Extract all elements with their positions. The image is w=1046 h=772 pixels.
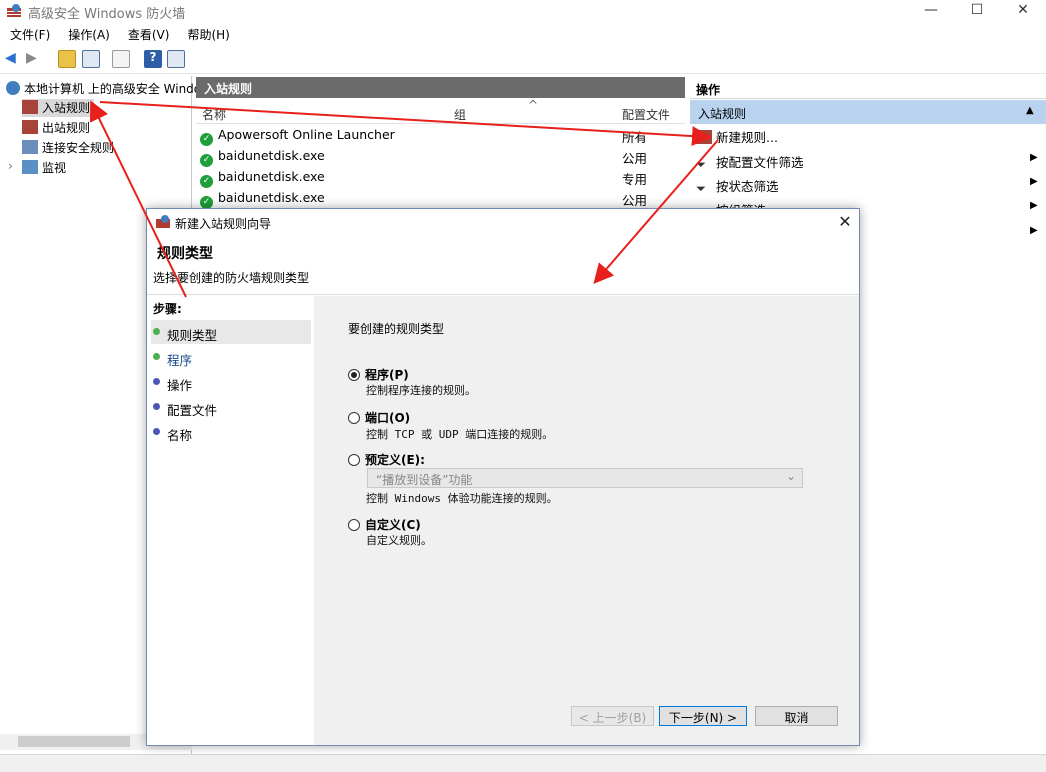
steps-title: 步骤:: [153, 302, 182, 316]
wizard-steps: 步骤: 规则类型 程序 操作 配置文件 名称: [147, 296, 313, 745]
step-pending-dot-icon: [153, 378, 160, 385]
chevron-down-icon: ⌄: [785, 469, 796, 483]
cancel-button[interactable]: 取消: [755, 706, 838, 726]
menu-help[interactable]: 帮助(H): [177, 24, 237, 43]
option-port[interactable]: 端口(O): [348, 409, 410, 426]
scrollbar-thumb[interactable]: [18, 736, 130, 747]
status-bar: [0, 754, 1046, 772]
back-button[interactable]: < 上一步(B): [571, 706, 654, 726]
window-title: 高级安全 Windows 防火墙: [28, 7, 186, 22]
title-bar: 高级安全 Windows 防火墙 — ☐ ✕: [0, 0, 1046, 22]
wizard-title: 新建入站规则向导: [175, 217, 272, 231]
tree-item-outbound-rules[interactable]: 出站规则: [22, 119, 90, 137]
option-port-desc: 控制 TCP 或 UDP 端口连接的规则。: [366, 428, 554, 441]
radio-predefined[interactable]: [348, 454, 360, 466]
outbound-rules-icon: [22, 120, 38, 134]
next-button[interactable]: 下一步(N) >: [659, 706, 747, 726]
page-subtitle: 选择要创建的防火墙规则类型: [153, 271, 310, 285]
column-profile[interactable]: 配置文件: [622, 106, 670, 123]
option-predefined[interactable]: 预定义(E):: [348, 451, 425, 468]
toolbar: ◀ ▶ ?: [0, 46, 1046, 74]
actions-header: 操作: [690, 77, 1046, 99]
step-profile: 配置文件: [151, 395, 311, 419]
maximize-button[interactable]: ☐: [954, 0, 1000, 22]
submenu-arrow-icon: ▶: [1030, 225, 1038, 236]
wizard-close-button[interactable]: ✕: [835, 212, 855, 231]
action-new-rule[interactable]: 新建规则...: [696, 127, 778, 149]
help-icon[interactable]: ?: [144, 50, 162, 68]
submenu-arrow-icon: ▶: [1030, 176, 1038, 187]
tree-item-inbound-rules[interactable]: 入站规则: [22, 99, 95, 117]
enabled-check-icon: ✓: [200, 133, 213, 146]
firewall-computer-icon: [6, 81, 20, 95]
option-predefined-desc: 控制 Windows 体验功能连接的规则。: [366, 492, 558, 505]
forward-arrow-icon[interactable]: ▶: [26, 50, 44, 68]
monitoring-icon: [22, 160, 38, 174]
option-program[interactable]: 程序(P): [348, 366, 409, 383]
step-done-dot-icon: [153, 353, 160, 360]
predefined-select[interactable]: “播放到设备”功能 ⌄: [367, 468, 803, 488]
wizard-content: 要创建的规则类型 程序(P) 控制程序连接的规则。 端口(O) 控制 TCP 或…: [314, 296, 859, 745]
monitor-expander-chevron-icon[interactable]: ›: [8, 159, 13, 177]
step-rule-type: 规则类型: [151, 320, 311, 344]
step-pending-dot-icon: [153, 403, 160, 410]
action-filter-by-state[interactable]: ⏷ 按状态筛选 ▶: [696, 176, 1038, 198]
wizard-header: 规则类型 选择要创建的防火墙规则类型: [147, 237, 859, 295]
inbound-rules-icon: [22, 100, 38, 114]
menu-bar: 文件(F) 操作(A) 查看(V) 帮助(H): [0, 24, 1046, 44]
step-action: 操作: [151, 370, 311, 394]
up-folder-icon[interactable]: [58, 50, 76, 68]
filter-icon: ⏷: [696, 157, 707, 172]
enabled-check-icon: ✓: [200, 175, 213, 188]
show-hide-action-pane-icon[interactable]: [167, 50, 185, 68]
column-name[interactable]: 名称: [202, 106, 226, 123]
step-pending-dot-icon: [153, 428, 160, 435]
rule-type-prompt: 要创建的规则类型: [348, 322, 445, 336]
radio-port[interactable]: [348, 412, 360, 424]
table-row[interactable]: ✓ baidunetdisk.exe 专用: [200, 169, 685, 189]
enabled-check-icon: ✓: [200, 154, 213, 167]
sort-indicator-icon: ^: [528, 98, 539, 112]
radio-custom[interactable]: [348, 519, 360, 531]
column-headers: 名称 组 ^ 配置文件: [196, 98, 685, 124]
column-group[interactable]: 组: [454, 106, 466, 123]
step-program: 程序: [151, 345, 311, 369]
step-done-dot-icon: [153, 328, 160, 335]
back-arrow-icon[interactable]: ◀: [5, 50, 23, 68]
submenu-arrow-icon: ▶: [1030, 200, 1038, 211]
submenu-arrow-icon: ▶: [1030, 152, 1038, 163]
table-row[interactable]: ✓ baidunetdisk.exe 公用: [200, 190, 685, 210]
close-window-button[interactable]: ✕: [1000, 0, 1046, 22]
tree-item-monitoring[interactable]: 监视: [22, 159, 66, 177]
table-row[interactable]: ✓ Apowersoft Online Launcher 所有: [200, 127, 685, 147]
option-custom-desc: 自定义规则。: [366, 534, 432, 547]
action-filter-by-profile[interactable]: ⏷ 按配置文件筛选 ▶: [696, 152, 1038, 174]
step-name: 名称: [151, 420, 311, 444]
radio-program[interactable]: [348, 369, 360, 381]
table-row[interactable]: ✓ baidunetdisk.exe 公用: [200, 148, 685, 168]
export-list-icon[interactable]: [112, 50, 130, 68]
menu-view[interactable]: 查看(V): [118, 24, 178, 43]
firewall-app-icon: [6, 3, 22, 18]
tree-root[interactable]: 本地计算机 上的高级安全 Windows: [6, 80, 217, 98]
option-program-desc: 控制程序连接的规则。: [366, 384, 476, 397]
inbound-rules-header: 入站规则: [196, 77, 685, 98]
menu-action[interactable]: 操作(A): [58, 24, 118, 43]
new-inbound-rule-wizard: 新建入站规则向导 ✕ 规则类型 选择要创建的防火墙规则类型 步骤: 规则类型 程…: [146, 208, 860, 746]
collapse-icon[interactable]: ▲: [1026, 105, 1034, 116]
wizard-app-icon: [155, 214, 171, 229]
show-hide-tree-icon[interactable]: [82, 50, 100, 68]
tree-item-connection-security-rules[interactable]: 连接安全规则: [22, 139, 114, 157]
connection-security-icon: [22, 140, 38, 154]
option-custom[interactable]: 自定义(C): [348, 516, 421, 533]
actions-section-inbound-rules[interactable]: 入站规则 ▲: [690, 100, 1046, 124]
menu-file[interactable]: 文件(F): [0, 24, 58, 43]
new-rule-icon: [696, 130, 712, 144]
page-title: 规则类型: [157, 246, 213, 262]
minimize-button[interactable]: —: [908, 0, 954, 22]
filter-icon: ⏷: [696, 181, 707, 196]
